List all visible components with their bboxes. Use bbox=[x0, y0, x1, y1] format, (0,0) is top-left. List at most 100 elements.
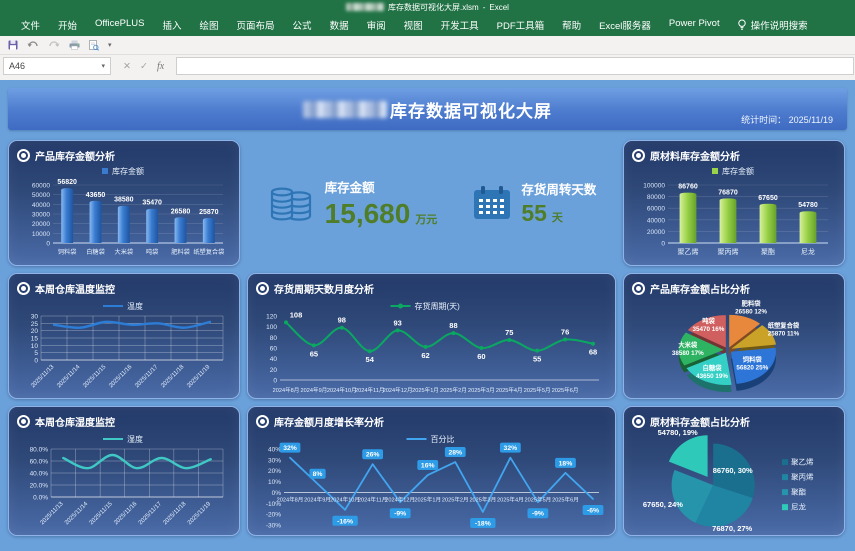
formula-bar: A46 ▾ ✕ ✓ fx bbox=[0, 55, 855, 80]
dashboard-title-row: 库存数据可视化大屏 bbox=[8, 97, 847, 122]
svg-text:2024年10月: 2024年10月 bbox=[330, 495, 360, 503]
window-titlebar: 库存数据可视化大屏.xlsm - Excel bbox=[0, 0, 855, 14]
svg-text:2025年6月: 2025年6月 bbox=[552, 386, 579, 394]
svg-text:2024年8月: 2024年8月 bbox=[277, 495, 304, 503]
name-box-dropdown-icon[interactable]: ▾ bbox=[101, 62, 105, 70]
ribbon-tab[interactable]: 插入 bbox=[154, 18, 191, 32]
panel-bullet-icon bbox=[632, 415, 645, 428]
svg-text:80: 80 bbox=[270, 335, 278, 342]
svg-text:20: 20 bbox=[31, 328, 39, 335]
cancel-icon[interactable]: ✕ bbox=[123, 61, 131, 72]
tell-me-search[interactable]: 操作说明搜索 bbox=[737, 18, 808, 32]
svg-text:百分比: 百分比 bbox=[431, 434, 455, 444]
ribbon-tab[interactable]: OfficePLUS bbox=[86, 18, 153, 29]
kpi-label: 库存金额 bbox=[325, 177, 438, 196]
panel-title: 原材料库存金额分析 bbox=[650, 148, 740, 163]
rawmaterial-share-pie-chart[interactable]: 86760, 30%76870, 27%67650, 24%54780, 19%… bbox=[630, 429, 838, 533]
svg-text:-6%: -6% bbox=[587, 507, 599, 514]
svg-text:0: 0 bbox=[661, 241, 665, 248]
save-icon[interactable] bbox=[8, 40, 18, 50]
temperature-line-chart[interactable]: 温度0510152025302025/11/132025/11/142025/1… bbox=[15, 296, 233, 396]
ribbon-tab-bar: 文件开始OfficePLUS插入绘图页面布局公式数据审阅视图开发工具PDF工具箱… bbox=[0, 14, 855, 36]
svg-text:75: 75 bbox=[505, 328, 513, 337]
svg-text:60: 60 bbox=[270, 346, 278, 353]
dashboard-title: 库存数据可视化大屏 bbox=[390, 97, 552, 122]
svg-text:温度: 温度 bbox=[127, 301, 143, 311]
rawmaterial-inventory-bar-chart[interactable]: 库存金额02000040000600008000010000086760聚乙烯7… bbox=[630, 163, 838, 263]
dashboard-header: 库存数据可视化大屏 统计时间： 2025/11/19 bbox=[8, 88, 847, 130]
svg-text:54: 54 bbox=[366, 355, 375, 364]
undo-icon[interactable] bbox=[27, 40, 39, 50]
svg-text:32%: 32% bbox=[283, 445, 297, 452]
svg-text:2024年11月: 2024年11月 bbox=[358, 495, 387, 503]
panel-growth-rate: 库存金额月度增长率分析 百分比-30%-20%-10%0%10%20%30%40… bbox=[247, 406, 616, 536]
svg-text:2025年3月: 2025年3月 bbox=[468, 386, 495, 394]
print-icon[interactable] bbox=[69, 40, 80, 50]
name-box-value: A46 bbox=[9, 61, 25, 71]
svg-text:35470: 35470 bbox=[142, 200, 162, 207]
svg-text:26580: 26580 bbox=[171, 208, 191, 215]
ribbon-tab[interactable]: 公式 bbox=[284, 18, 321, 32]
product-share-pie-chart[interactable]: 肥料袋26580 12%纸塑复合袋25870 11%饲料袋56820 25%白糖… bbox=[630, 296, 838, 396]
ribbon-tab[interactable]: Excel服务器 bbox=[590, 18, 660, 32]
ribbon-tab[interactable]: 文件 bbox=[12, 18, 49, 32]
svg-text:2024年12月: 2024年12月 bbox=[383, 386, 413, 394]
title-separator: - bbox=[483, 3, 486, 12]
svg-text:2025年1月: 2025年1月 bbox=[414, 495, 441, 503]
svg-text:40%: 40% bbox=[268, 447, 281, 454]
redo-icon[interactable] bbox=[48, 40, 60, 50]
name-box[interactable]: A46 ▾ bbox=[3, 57, 111, 75]
ribbon-tab[interactable]: 绘图 bbox=[191, 18, 228, 32]
ribbon-tab[interactable]: 开始 bbox=[49, 18, 86, 32]
svg-text:2025年4月: 2025年4月 bbox=[496, 386, 523, 394]
svg-text:20%: 20% bbox=[268, 468, 281, 475]
svg-text:大米袋: 大米袋 bbox=[115, 248, 134, 256]
formula-buttons: ✕ ✓ fx bbox=[116, 61, 171, 72]
svg-text:尼龙: 尼龙 bbox=[801, 247, 815, 256]
ribbon-tab[interactable]: 数据 bbox=[321, 18, 358, 32]
svg-text:60000: 60000 bbox=[647, 206, 665, 213]
svg-text:43650: 43650 bbox=[86, 192, 106, 199]
svg-text:吨袋: 吨袋 bbox=[702, 316, 715, 325]
svg-text:2025年3月: 2025年3月 bbox=[469, 495, 496, 503]
fx-icon[interactable]: fx bbox=[157, 61, 164, 72]
dashboard-grid: 产品库存金额分析 库存金额010000200003000040000500006… bbox=[8, 140, 847, 536]
svg-text:88: 88 bbox=[449, 321, 457, 330]
kpi-label: 存货周转天数 bbox=[521, 179, 596, 198]
ribbon-tab[interactable]: 页面布局 bbox=[228, 18, 284, 32]
ribbon-tab[interactable]: 审阅 bbox=[358, 18, 395, 32]
ribbon-tab[interactable]: 帮助 bbox=[553, 18, 590, 32]
svg-text:54780: 54780 bbox=[798, 202, 818, 209]
print-preview-icon[interactable] bbox=[89, 40, 99, 51]
svg-text:68: 68 bbox=[589, 348, 597, 357]
inventory-cycle-line-chart[interactable]: 存货周期(天)020406080100120108659854936288607… bbox=[254, 296, 609, 396]
svg-text:18%: 18% bbox=[559, 460, 573, 467]
svg-text:50000: 50000 bbox=[32, 192, 50, 199]
kpi-area: 库存金额 15,680万元 存货周转天数 55天 bbox=[247, 140, 616, 266]
panel-rawmaterial-inventory-amount: 原材料库存金额分析 库存金额02000040000600008000010000… bbox=[623, 140, 845, 266]
svg-text:30: 30 bbox=[31, 314, 39, 321]
svg-text:10%: 10% bbox=[268, 479, 281, 486]
kpi-unit: 万元 bbox=[415, 211, 437, 227]
growth-rate-line-chart[interactable]: 百分比-30%-20%-10%0%10%20%30%40%32%8%-16%26… bbox=[254, 429, 609, 533]
quick-access-toolbar: ▾ bbox=[0, 36, 855, 55]
confirm-icon[interactable]: ✓ bbox=[140, 61, 148, 72]
humidity-line-chart[interactable]: 湿度0.0%20.0%40.0%60.0%80.0%2025/11/132025… bbox=[15, 429, 233, 533]
panel-bullet-icon bbox=[632, 282, 645, 295]
product-inventory-bar-chart[interactable]: 库存金额010000200003000040000500006000056820… bbox=[15, 163, 233, 263]
qat-more-icon[interactable]: ▾ bbox=[108, 41, 112, 49]
svg-text:86760, 30%: 86760, 30% bbox=[713, 466, 753, 475]
ribbon-tab[interactable]: 开发工具 bbox=[432, 18, 488, 32]
ribbon-tab[interactable]: Power Pivot bbox=[660, 18, 729, 29]
ribbon-tab[interactable]: 视图 bbox=[395, 18, 432, 32]
formula-input[interactable] bbox=[176, 57, 854, 75]
svg-text:20000: 20000 bbox=[647, 229, 665, 236]
panel-title: 产品库存金额占比分析 bbox=[650, 281, 750, 296]
svg-text:56820 25%: 56820 25% bbox=[736, 365, 768, 372]
svg-text:28%: 28% bbox=[448, 450, 462, 457]
ribbon-tab[interactable]: PDF工具箱 bbox=[488, 18, 554, 32]
svg-text:纸塑复合袋: 纸塑复合袋 bbox=[768, 321, 800, 330]
svg-text:40: 40 bbox=[270, 356, 278, 363]
dashboard-sheet: 库存数据可视化大屏 统计时间： 2025/11/19 产品库存金额分析 库存金额… bbox=[0, 88, 855, 551]
panel-bullet-icon bbox=[17, 415, 30, 428]
